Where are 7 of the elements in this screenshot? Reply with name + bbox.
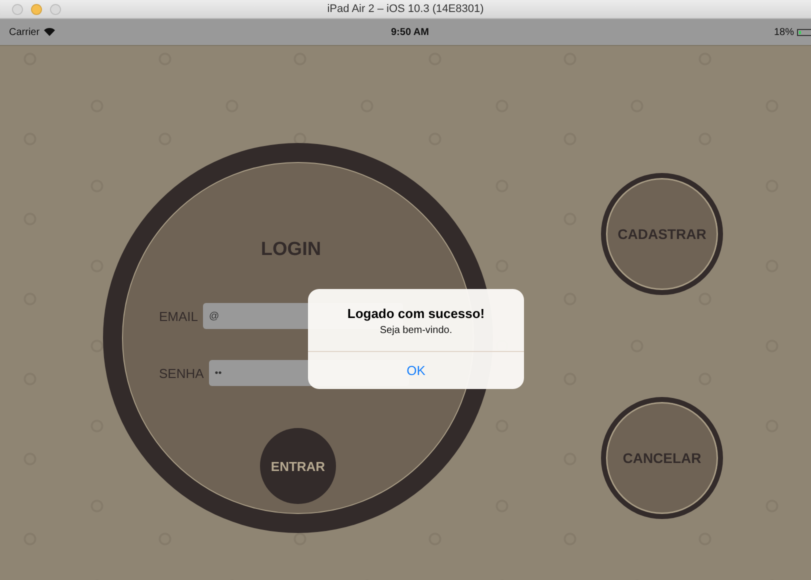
window-title: iPad Air 2 – iOS 10.3 (14E8301): [327, 3, 484, 15]
field-label: EMAIL: [159, 308, 198, 324]
login-title: LOGIN: [260, 239, 322, 261]
field-label: SENHA: [159, 366, 204, 380]
status-time: 9:50 AM: [391, 26, 429, 38]
carrier-label: Carrier: [9, 26, 40, 38]
battery-percent: 18%: [774, 26, 794, 38]
